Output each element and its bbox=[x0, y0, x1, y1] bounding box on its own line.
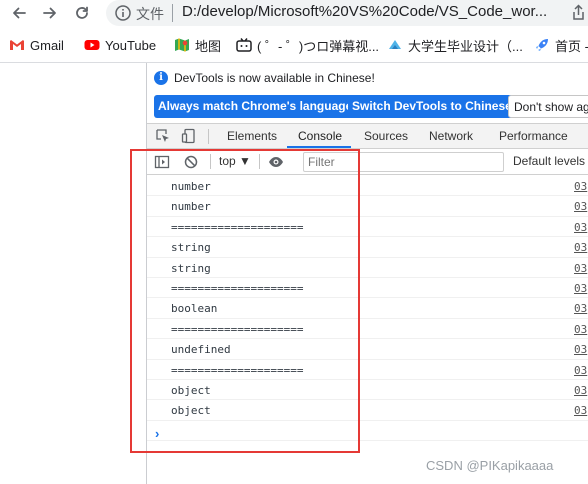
console-source-link[interactable]: 03 bbox=[574, 180, 588, 193]
bookmark-label: Gmail bbox=[30, 37, 64, 53]
console-source-link[interactable]: 03 bbox=[574, 282, 588, 295]
bookmark-home[interactable]: 首页 - bbox=[534, 36, 588, 54]
device-toolbar-icon[interactable] bbox=[181, 128, 197, 144]
switch-to-chinese-button[interactable]: Switch DevTools to Chinese bbox=[348, 95, 516, 118]
forward-button[interactable] bbox=[37, 1, 63, 25]
bookmark-youtube[interactable]: YouTube bbox=[84, 36, 156, 54]
console-source-link[interactable]: 03 bbox=[574, 343, 588, 356]
tab-bar-divider bbox=[208, 129, 209, 144]
youtube-icon bbox=[84, 40, 100, 50]
maps-icon bbox=[175, 38, 189, 52]
infobar-message: DevTools is now available in Chinese! bbox=[174, 71, 375, 85]
share-icon[interactable] bbox=[568, 4, 588, 22]
console-source-link[interactable]: 03 bbox=[574, 241, 588, 254]
active-tab-indicator bbox=[287, 146, 351, 148]
bookmark-label: ( ゜- ゜)つロ弹幕视... bbox=[257, 38, 380, 54]
arrow-left-icon bbox=[13, 7, 26, 19]
bookmark-site-icon bbox=[389, 40, 401, 49]
info-icon[interactable] bbox=[114, 4, 132, 22]
annotation-highlight-box bbox=[130, 149, 360, 453]
tab-network[interactable]: Network bbox=[429, 124, 473, 148]
bookmark-maps[interactable]: 地图 bbox=[174, 36, 221, 54]
page-viewport bbox=[0, 63, 146, 484]
console-source-link[interactable]: 03 bbox=[574, 384, 588, 397]
bookmark-label: 首页 - bbox=[555, 38, 588, 54]
devtools-language-infobar: i DevTools is now available in Chinese! … bbox=[147, 63, 588, 123]
rocket-icon bbox=[536, 39, 548, 51]
back-button[interactable] bbox=[6, 1, 32, 25]
bookmarks-bar: Gmail YouTube 地图 ( ゜- ゜)つロ弹幕视... 大学生毕业设计… bbox=[0, 32, 588, 58]
tab-console[interactable]: Console bbox=[298, 124, 342, 148]
url-scheme-label: 文件 bbox=[136, 6, 164, 22]
info-icon: i bbox=[154, 71, 168, 85]
arrow-right-icon bbox=[43, 7, 56, 19]
browser-toolbar: 文件 D:/develop/Microsoft%20VS%20Code/VS_C… bbox=[0, 0, 588, 28]
tab-sources[interactable]: Sources bbox=[364, 124, 408, 148]
gmail-icon bbox=[10, 40, 24, 50]
bookmark-label: YouTube bbox=[105, 37, 157, 53]
omnibox-divider bbox=[172, 4, 173, 22]
console-source-link[interactable]: 03 bbox=[574, 404, 588, 417]
console-source-link[interactable]: 03 bbox=[574, 221, 588, 234]
console-source-link[interactable]: 03 bbox=[574, 364, 588, 377]
tab-elements[interactable]: Elements bbox=[227, 124, 277, 148]
inspect-element-icon[interactable] bbox=[155, 128, 171, 144]
log-levels-select[interactable]: Default levels bbox=[513, 154, 585, 168]
bookmark-label: 地图 bbox=[195, 38, 222, 54]
bookmark-label: 大学生毕业设计（... bbox=[408, 38, 523, 54]
reload-button[interactable] bbox=[69, 1, 95, 25]
dont-show-again-button[interactable]: Don't show ag bbox=[508, 95, 588, 118]
bookmark-gmail[interactable]: Gmail bbox=[9, 36, 64, 54]
always-match-language-button[interactable]: Always match Chrome's language bbox=[154, 95, 357, 118]
bookmark-bilibili[interactable]: ( ゜- ゜)つロ弹幕视... bbox=[236, 36, 379, 54]
console-source-link[interactable]: 03 bbox=[574, 323, 588, 336]
watermark: CSDN @PIKapikaaaa bbox=[426, 458, 554, 473]
address-bar[interactable]: 文件 D:/develop/Microsoft%20VS%20Code/VS_C… bbox=[106, 0, 588, 26]
console-source-link[interactable]: 03 bbox=[574, 302, 588, 315]
reload-icon bbox=[76, 6, 88, 19]
bookmark-graduation-design[interactable]: 大学生毕业设计（... bbox=[387, 36, 523, 54]
bilibili-icon bbox=[236, 38, 252, 52]
console-source-link[interactable]: 03 bbox=[574, 262, 588, 275]
devtools-tab-bar: Elements Console Sources Network Perform… bbox=[147, 123, 588, 149]
console-source-link[interactable]: 03 bbox=[574, 200, 588, 213]
tab-performance[interactable]: Performance bbox=[499, 124, 568, 148]
url-text[interactable]: D:/develop/Microsoft%20VS%20Code/VS_Code… bbox=[182, 3, 547, 20]
